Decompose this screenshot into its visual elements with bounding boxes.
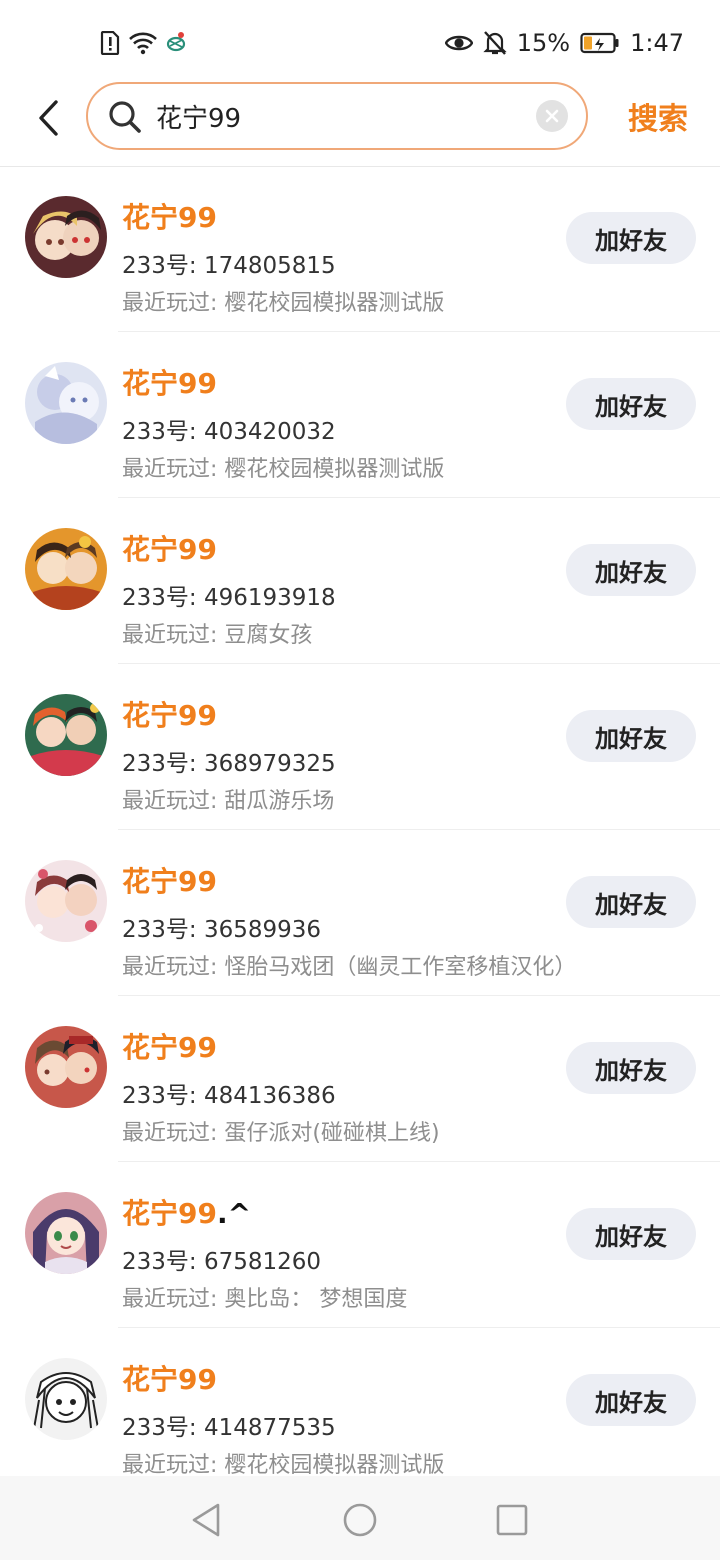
search-box[interactable] — [86, 82, 588, 150]
user-id: 233号: 484136386 — [122, 1083, 336, 1109]
add-friend-button[interactable]: 加好友 — [566, 1042, 696, 1094]
user-id: 233号: 403420032 — [122, 419, 336, 445]
user-name-text: 花宁99 — [122, 699, 217, 732]
avatar[interactable] — [25, 1192, 107, 1274]
user-name: 花宁99 — [122, 1026, 217, 1066]
list-item[interactable]: 花宁99 233号: 403420032 最近玩过: 樱花校园模拟器测试版 加好… — [0, 332, 720, 498]
bell-off-icon — [483, 30, 507, 56]
user-id: 233号: 67581260 — [122, 1249, 322, 1275]
add-friend-button[interactable]: 加好友 — [566, 710, 696, 762]
avatar[interactable] — [25, 362, 107, 444]
add-friend-button[interactable]: 加好友 — [566, 544, 696, 596]
avatar[interactable] — [25, 860, 107, 942]
user-name: 花宁99 — [122, 362, 217, 402]
add-friend-button[interactable]: 加好友 — [566, 1208, 696, 1260]
add-friend-button[interactable]: 加好友 — [566, 378, 696, 430]
user-name-text: 花宁99 — [122, 1363, 217, 1396]
system-nav-bar — [0, 1476, 720, 1560]
user-name-text: 花宁99 — [122, 1031, 217, 1064]
user-id: 233号: 174805815 — [122, 253, 336, 279]
user-name: 花宁99 — [122, 528, 217, 568]
wifi-icon — [128, 31, 158, 55]
list-item[interactable]: 花宁99.^ 233号: 67581260 最近玩过: 奥比岛： 梦想国度 加好… — [0, 1162, 720, 1328]
user-name: 花宁99 — [122, 694, 217, 734]
user-name-text: 花宁99 — [122, 865, 217, 898]
add-friend-button[interactable]: 加好友 — [566, 876, 696, 928]
list-item[interactable]: 花宁99 233号: 414877535 最近玩过: 樱花校园模拟器测试版 加好… — [0, 1328, 720, 1476]
recently-played: 最近玩过: 奥比岛： 梦想国度 — [122, 1287, 408, 1312]
user-name: 花宁99 — [122, 196, 217, 236]
search-input[interactable] — [156, 94, 526, 138]
user-name-text: 花宁99 — [122, 533, 217, 566]
user-name: 花宁99 — [122, 1358, 217, 1398]
battery-icon — [580, 32, 620, 54]
list-item[interactable]: 花宁99 233号: 368979325 最近玩过: 甜瓜游乐场 加好友 — [0, 664, 720, 830]
user-id: 233号: 368979325 — [122, 751, 336, 777]
add-friend-button[interactable]: 加好友 — [566, 1374, 696, 1426]
recently-played: 最近玩过: 豆腐女孩 — [122, 623, 313, 648]
recently-played: 最近玩过: 樱花校园模拟器测试版 — [122, 1453, 445, 1476]
back-triangle-icon[interactable] — [186, 1500, 226, 1540]
user-name-text: 花宁99 — [122, 1197, 217, 1230]
carrier-icon — [166, 31, 186, 55]
home-circle-icon[interactable] — [340, 1500, 380, 1540]
list-item[interactable]: 花宁99 233号: 36589936 最近玩过: 怪胎马戏团（幽灵工作室移植汉… — [0, 830, 720, 996]
user-id: 233号: 414877535 — [122, 1415, 336, 1441]
search-icon — [109, 101, 141, 133]
avatar[interactable] — [25, 1026, 107, 1108]
eye-icon — [444, 32, 473, 54]
add-friend-button[interactable]: 加好友 — [566, 212, 696, 264]
user-name: 花宁99 — [122, 860, 217, 900]
status-bar: 15% 1:47 — [0, 0, 720, 84]
list-item[interactable]: 花宁99 233号: 496193918 最近玩过: 豆腐女孩 加好友 — [0, 498, 720, 664]
recently-played: 最近玩过: 怪胎马戏团（幽灵工作室移植汉化） — [122, 955, 577, 980]
recently-played: 最近玩过: 樱花校园模拟器测试版 — [122, 457, 445, 482]
clear-search-button[interactable] — [536, 100, 568, 132]
recents-square-icon[interactable] — [492, 1500, 532, 1540]
recently-played: 最近玩过: 蛋仔派对(碰碰棋上线) — [122, 1121, 440, 1146]
back-arrow-icon — [39, 100, 58, 136]
user-name-text: 花宁99 — [122, 367, 217, 400]
user-name: 花宁99.^ — [122, 1192, 251, 1232]
user-name-text: 花宁99 — [122, 201, 217, 234]
close-icon — [545, 109, 559, 123]
list-item[interactable]: 花宁99 233号: 174805815 最近玩过: 樱花校园模拟器测试版 加好… — [0, 166, 720, 332]
avatar[interactable] — [25, 694, 107, 776]
status-left-icons — [100, 28, 186, 58]
avatar[interactable] — [25, 196, 107, 278]
battery-percent: 15% — [516, 29, 571, 57]
search-header: 搜索 — [0, 82, 720, 167]
clock: 1:47 — [630, 29, 684, 57]
user-id: 233号: 36589936 — [122, 917, 322, 943]
back-button[interactable] — [28, 96, 68, 140]
user-name-suffix: .^ — [216, 1197, 252, 1230]
status-right-icons: 15% 1:47 — [444, 26, 684, 60]
avatar[interactable] — [25, 1358, 107, 1440]
recently-played: 最近玩过: 樱花校园模拟器测试版 — [122, 291, 445, 316]
user-id: 233号: 496193918 — [122, 585, 336, 611]
sim-alert-icon — [100, 31, 120, 55]
avatar[interactable] — [25, 528, 107, 610]
search-button[interactable]: 搜索 — [628, 94, 688, 138]
list-item[interactable]: 花宁99 233号: 484136386 最近玩过: 蛋仔派对(碰碰棋上线) 加… — [0, 996, 720, 1162]
recently-played: 最近玩过: 甜瓜游乐场 — [122, 789, 335, 814]
search-results-list[interactable]: 花宁99 233号: 174805815 最近玩过: 樱花校园模拟器测试版 加好… — [0, 166, 720, 1476]
